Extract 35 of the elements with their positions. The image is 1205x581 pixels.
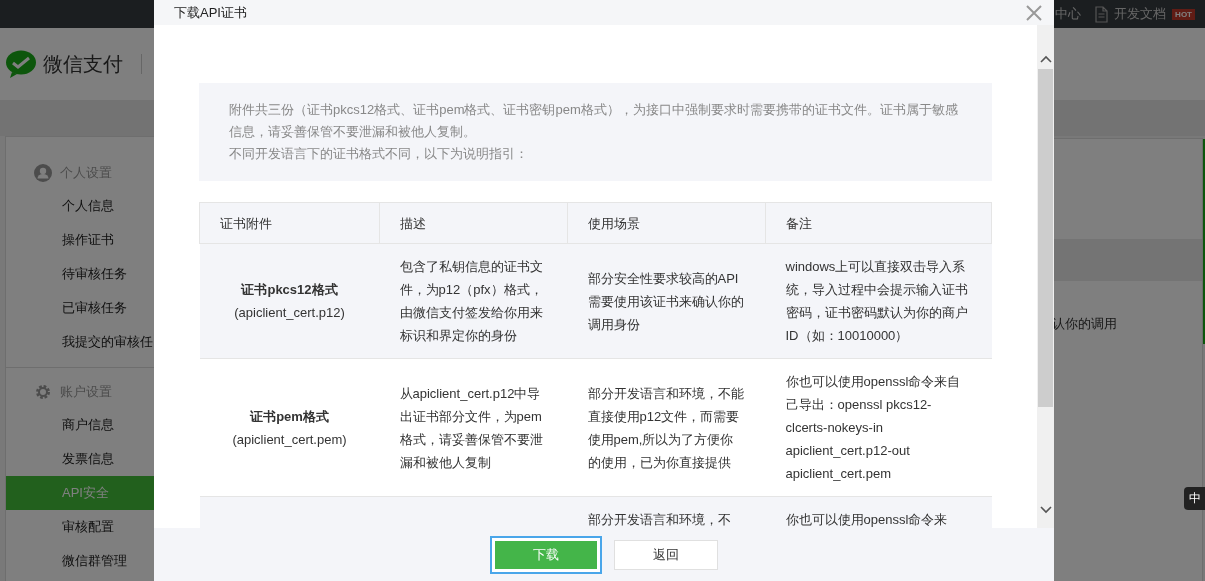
table-cell: 部分开发语言和环境，不 xyxy=(587,512,731,527)
table-cell: windows上可以直接双击导入系统，导入过程中会提示输入证书密码，证书密码默认为你的商户ID（如：10010000） xyxy=(785,259,968,343)
body-text: 认你的调用 xyxy=(1052,315,1118,333)
table-cell: 部分开发语言和环境，不能直接使用p12文件，而需要使用pem,所以为了方便你的使用，已为你直接提供 xyxy=(587,385,744,470)
input-method-badge[interactable]: 中 xyxy=(1184,487,1205,510)
scrollbar[interactable] xyxy=(1037,25,1054,528)
nav-link[interactable]: 中心 xyxy=(1055,5,1082,23)
column-header: 描述 xyxy=(379,202,568,244)
notice-text: 附件共三份（证书pkcs12格式、证书pem格式、证书密钥pem格式），为接口中强制要求时需要携带的证书文件。证书属于敏感信息，请妥善保管不要泄漏和被他人复制。 xyxy=(229,101,959,141)
scroll-down-icon[interactable] xyxy=(1039,506,1052,514)
hot-badge: HOT xyxy=(1172,8,1195,20)
download-button[interactable]: 下载 xyxy=(490,535,602,574)
brand-name: 微信支付 xyxy=(43,51,123,77)
table-cell: 部分安全性要求较高的API需要使用该证书来确认你的调用身份 xyxy=(587,270,744,332)
chat-bubble-logo-icon xyxy=(5,50,37,78)
table-cell: 你也可以使用openssl命令来自己导出：openssl pkcs12-clcerts-nokeys-in apiclient_cert.p12-out apiclient_cert.pem xyxy=(785,374,961,481)
notice-text: 不同开发语言下的证书格式不同，以下为说明指引： xyxy=(229,145,529,163)
file-name: (apiclient_cert.pem) xyxy=(231,430,348,449)
certificate-name: 证书pkcs12格式 xyxy=(239,281,339,299)
table-cell: 你也可以使用openssl命令来 xyxy=(785,512,948,527)
document-icon xyxy=(1095,5,1109,23)
settings-icon xyxy=(34,383,52,401)
column-header: 备注 xyxy=(765,202,992,244)
back-button[interactable]: 返回 xyxy=(614,539,718,570)
column-header: 使用场景 xyxy=(567,202,766,244)
close-icon[interactable] xyxy=(1026,4,1042,21)
scroll-up-icon[interactable] xyxy=(1039,55,1052,63)
person-icon xyxy=(34,164,52,182)
file-name: (apiclient_cert.p12) xyxy=(233,304,346,322)
table-cell: 从apiclient_cert.p12中导出证书部分文件，为pem格式，请妥善保管不要泄漏和被他人复制 xyxy=(399,385,543,470)
table-cell: 包含了私钥信息的证书文件，为p12（pfx）格式，由微信支付签发给你用来标识和界定你的身份 xyxy=(399,259,543,343)
dialog-title: 下载API证书 xyxy=(174,3,247,22)
certificate-name: 证书pem格式 xyxy=(248,407,330,426)
column-header: 证书附件 xyxy=(199,202,380,244)
nav-link[interactable]: 开发文档 xyxy=(1114,5,1167,23)
